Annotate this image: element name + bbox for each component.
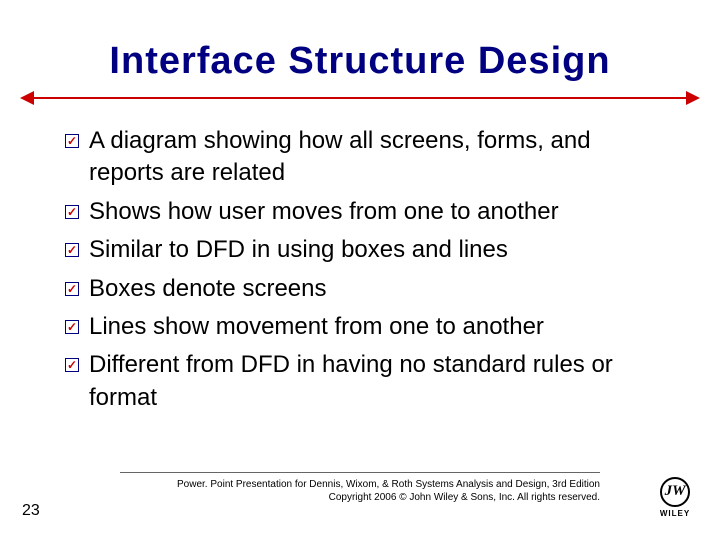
page-number: 23 <box>22 502 40 520</box>
list-item: ✓ Different from DFD in having no standa… <box>65 349 670 414</box>
arrow-right-icon <box>686 91 700 105</box>
logo-name: WILEY <box>660 509 690 518</box>
title-divider <box>20 91 700 105</box>
bullet-text: A diagram showing how all screens, forms… <box>89 125 670 190</box>
bullet-text: Similar to DFD in using boxes and lines <box>89 234 508 266</box>
divider-line <box>30 97 690 99</box>
checkbox-bullet-icon: ✓ <box>65 358 79 372</box>
checkbox-bullet-icon: ✓ <box>65 282 79 296</box>
list-item: ✓ Similar to DFD in using boxes and line… <box>65 234 670 266</box>
bullet-text: Shows how user moves from one to another <box>89 196 559 228</box>
slide-title: Interface Structure Design <box>0 0 720 83</box>
list-item: ✓ A diagram showing how all screens, for… <box>65 125 670 190</box>
checkbox-bullet-icon: ✓ <box>65 134 79 148</box>
bullet-list: ✓ A diagram showing how all screens, for… <box>65 125 670 414</box>
bullet-text: Different from DFD in having no standard… <box>89 349 670 414</box>
list-item: ✓ Shows how user moves from one to anoth… <box>65 196 670 228</box>
bullet-text: Boxes denote screens <box>89 273 326 305</box>
footer: 23 Power. Point Presentation for Dennis,… <box>0 472 720 522</box>
footer-line1: Power. Point Presentation for Dennis, Wi… <box>177 479 600 490</box>
checkbox-bullet-icon: ✓ <box>65 320 79 334</box>
bullet-text: Lines show movement from one to another <box>89 311 544 343</box>
publisher-logo: JW WILEY <box>652 474 698 520</box>
footer-text: Power. Point Presentation for Dennis, Wi… <box>120 478 600 504</box>
checkbox-bullet-icon: ✓ <box>65 205 79 219</box>
list-item: ✓ Boxes denote screens <box>65 273 670 305</box>
footer-divider <box>120 472 600 473</box>
checkbox-bullet-icon: ✓ <box>65 243 79 257</box>
footer-line2: Copyright 2006 © John Wiley & Sons, Inc.… <box>329 492 600 503</box>
logo-symbol-icon: JW <box>660 477 690 507</box>
list-item: ✓ Lines show movement from one to anothe… <box>65 311 670 343</box>
